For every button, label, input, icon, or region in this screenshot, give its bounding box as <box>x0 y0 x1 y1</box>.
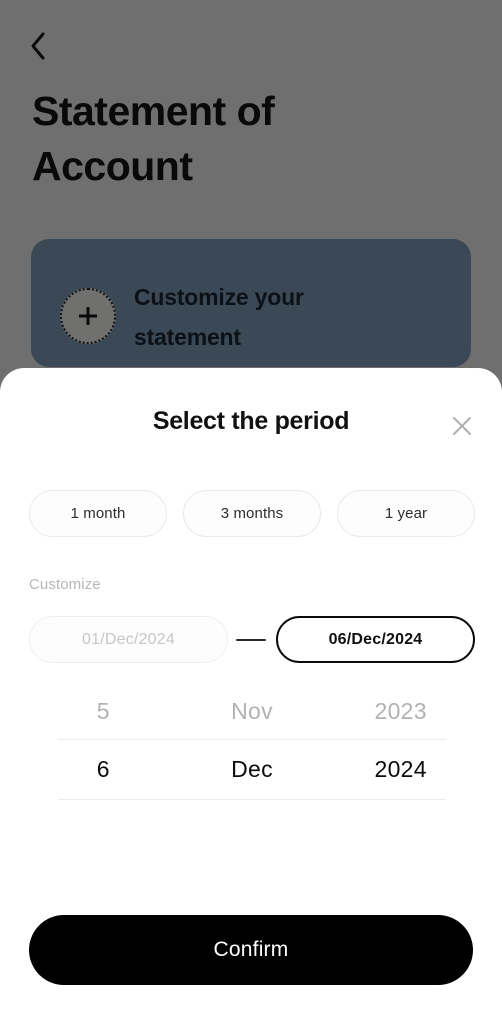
picker-year-previous: 2023 <box>374 697 427 724</box>
plus-icon <box>60 288 116 344</box>
app-screen: Statement of Account Customize your stat… <box>0 0 502 1024</box>
back-button[interactable] <box>18 26 58 66</box>
select-period-sheet: Select the period 1 month 3 months 1 yea… <box>0 368 502 1024</box>
picker-month-selected: Dec <box>231 755 273 782</box>
confirm-button[interactable]: Confirm <box>29 915 473 985</box>
date-picker-wheel[interactable]: 5 Nov 2023 6 Dec 2024 <box>29 683 475 823</box>
preset-chip-label: 1 year <box>384 505 428 522</box>
preset-period-chips: 1 month 3 months 1 year <box>29 490 475 537</box>
customize-section-label: Customize <box>29 576 101 593</box>
picker-row-previous[interactable]: 5 Nov 2023 <box>29 683 475 739</box>
end-date-field[interactable]: 06/Dec/2024 <box>276 616 475 663</box>
close-button[interactable] <box>442 406 482 446</box>
start-date-value: 01/Dec/2024 <box>82 630 175 648</box>
picker-day-selected: 6 <box>96 755 110 782</box>
picker-day-previous: 5 <box>96 697 110 724</box>
preset-chip-1-year[interactable]: 1 year <box>337 490 475 537</box>
end-date-value: 06/Dec/2024 <box>328 630 423 648</box>
date-range-separator <box>236 639 266 641</box>
picker-row-selected[interactable]: 6 Dec 2024 <box>29 739 475 799</box>
chevron-left-icon <box>29 31 47 61</box>
customize-card-label: Customize your statement <box>134 284 304 350</box>
page-title: Statement of Account <box>32 88 275 189</box>
preset-chip-label: 1 month <box>70 505 126 522</box>
sheet-title: Select the period <box>152 407 350 435</box>
picker-divider-bottom <box>58 799 446 800</box>
start-date-field[interactable]: 01/Dec/2024 <box>29 616 228 663</box>
picker-year-selected: 2024 <box>374 755 427 782</box>
customize-statement-card[interactable]: Customize your statement <box>31 239 471 367</box>
close-icon <box>451 415 473 437</box>
preset-chip-label: 3 months <box>220 505 284 522</box>
picker-month-previous: Nov <box>231 697 273 724</box>
preset-chip-3-months[interactable]: 3 months <box>183 490 321 537</box>
preset-chip-1-month[interactable]: 1 month <box>29 490 167 537</box>
date-range-row: 01/Dec/2024 06/Dec/2024 <box>29 616 475 663</box>
